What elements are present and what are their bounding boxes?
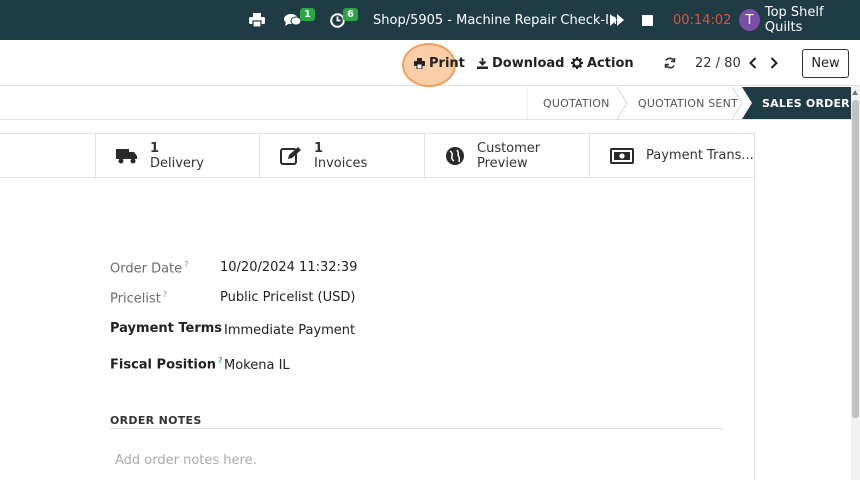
divider — [110, 428, 723, 429]
top-navbar: 1 6 Shop/5905 - Machine Repair Check-In … — [0, 0, 860, 40]
delivery-label: Delivery — [150, 155, 204, 171]
customer-preview-button[interactable]: Customer Preview — [424, 133, 590, 178]
refresh-icon[interactable] — [664, 40, 680, 86]
delivery-count: 1 — [150, 140, 160, 156]
invoices-label: Invoices — [314, 155, 368, 171]
scroll-up-icon[interactable] — [852, 90, 858, 95]
pager-value[interactable]: 22 / 80 — [695, 56, 741, 71]
chevron-right-icon[interactable] — [770, 40, 782, 86]
download-button[interactable]: Download — [477, 40, 564, 86]
invoices-count: 1 — [314, 140, 324, 156]
record-title: Shop/5905 - Machine Repair Check-In — [373, 12, 618, 28]
fiscal-position-value[interactable]: Mokena IL — [224, 358, 290, 373]
stop-icon[interactable] — [642, 0, 653, 40]
stage-quotation-sent[interactable]: QUOTATION SENT — [638, 87, 738, 119]
payment-terms-value[interactable]: Immediate Payment — [224, 323, 355, 338]
order-date-value[interactable]: 10/20/2024 11:32:39 — [220, 260, 357, 275]
print-button[interactable]: Print — [414, 40, 465, 86]
payment-terms-label: Payment Terms — [110, 321, 223, 336]
print-icon[interactable] — [249, 0, 265, 40]
pricelist-value[interactable]: Public Pricelist (USD) — [220, 290, 355, 305]
order-notes-input[interactable]: Add order notes here. — [115, 453, 257, 468]
help-icon[interactable]: ? — [163, 290, 167, 299]
print-label: Print — [429, 55, 465, 71]
user-menu[interactable]: T Top Shelf Quilts — [739, 0, 860, 40]
payment-label: Payment Trans... — [646, 148, 754, 163]
pricelist-label: Pricelist? — [110, 290, 168, 307]
order-notes-title: ORDER NOTES — [110, 414, 202, 427]
print-icon — [414, 57, 425, 69]
download-label: Download — [492, 55, 565, 71]
order-date-label: Order Date? — [110, 260, 189, 277]
stage-quotation[interactable]: QUOTATION — [543, 87, 610, 119]
invoices-button[interactable]: 1 Invoices — [259, 133, 425, 178]
chevron-left-icon[interactable] — [749, 40, 761, 86]
preview-line2: Preview — [477, 155, 528, 171]
messages-badge: 1 — [300, 8, 315, 21]
gear-icon — [571, 57, 583, 69]
delivery-button[interactable]: 1 Delivery — [95, 133, 260, 178]
scrollbar-thumb[interactable] — [852, 100, 859, 418]
stage-sales-order[interactable]: SALES ORDER — [742, 87, 851, 119]
edit-icon — [280, 146, 302, 166]
truck-icon — [116, 148, 138, 164]
company-name: Top Shelf Quilts — [764, 5, 824, 35]
chat-icon[interactable] — [284, 0, 302, 40]
money-icon — [610, 147, 634, 164]
download-icon — [477, 57, 488, 69]
fast-forward-icon[interactable] — [610, 0, 624, 40]
avatar: T — [739, 9, 760, 31]
action-button[interactable]: Action — [571, 40, 634, 86]
help-icon[interactable]: ? — [218, 356, 223, 365]
timer: 00:14:02 — [673, 12, 732, 28]
activities-badge: 6 — [343, 8, 358, 21]
globe-icon — [445, 146, 465, 166]
action-label: Action — [587, 55, 634, 71]
new-button[interactable]: New — [802, 49, 849, 78]
fiscal-position-label: Fiscal Position? — [110, 356, 223, 373]
help-icon[interactable]: ? — [184, 260, 188, 269]
clock-icon[interactable] — [330, 0, 345, 40]
payment-transactions-button[interactable]: Payment Trans... — [589, 133, 755, 178]
preview-line1: Customer — [477, 140, 541, 156]
